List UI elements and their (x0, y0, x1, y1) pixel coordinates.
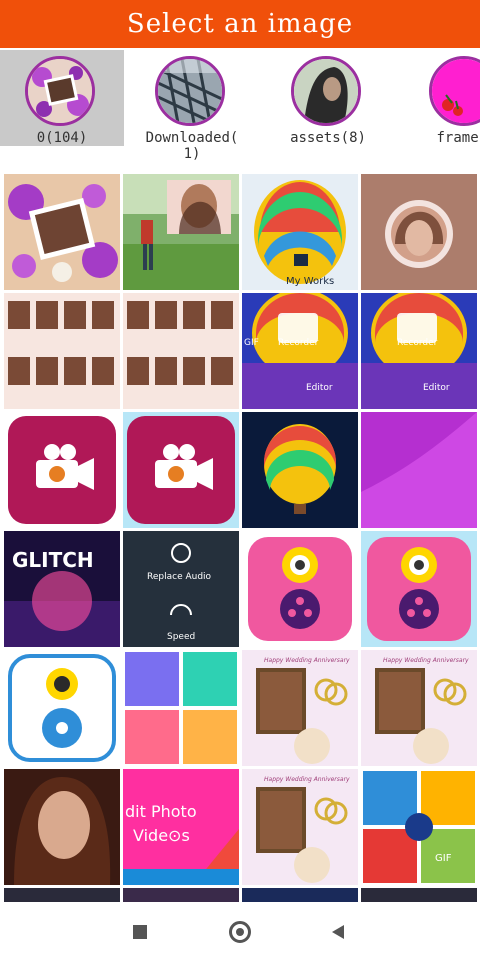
videos-label: Vide⊙s (133, 826, 190, 845)
glass-building-thumb (155, 56, 225, 126)
square-stop-icon[interactable] (126, 918, 154, 946)
album-label: Downloaded( 1) (145, 130, 239, 162)
album-item-downloaded[interactable]: Downloaded( 1) (130, 48, 254, 166)
system-navbar (0, 902, 480, 960)
grid-thumbnail[interactable]: My Works (242, 174, 358, 290)
anniversary-label: Happy Wedding Anniversary (264, 776, 350, 783)
grid-thumbnail[interactable]: GIF Recorder Editor (242, 293, 358, 409)
my-works-label: My Works (286, 276, 334, 287)
editor-label: Editor (423, 383, 450, 393)
grid-thumbnail[interactable] (4, 412, 120, 528)
grid-thumbnail[interactable] (123, 412, 239, 528)
anniversary-label: Happy Wedding Anniversary (264, 657, 350, 664)
magenta-frame-thumb (429, 56, 480, 126)
album-label: assets(8) (290, 130, 366, 146)
recorder-label: Recorder (278, 338, 319, 348)
grid-thumbnail[interactable] (361, 888, 477, 902)
grid-thumbnail[interactable] (242, 412, 358, 528)
grid-thumbnail[interactable] (242, 888, 358, 902)
grid-thumbnail[interactable]: Happy Wedding Anniversary (361, 650, 477, 766)
grid-thumbnail[interactable] (123, 174, 239, 290)
grid-thumbnail[interactable]: GIF (361, 769, 477, 885)
grid-thumbnail[interactable] (4, 174, 120, 290)
grid-thumbnail[interactable] (361, 174, 477, 290)
grid-thumbnail[interactable] (242, 531, 358, 647)
grid-thumbnail[interactable]: Recorder Editor (361, 293, 477, 409)
grid-thumbnail[interactable] (361, 412, 477, 528)
page-title: Select an image (126, 9, 354, 39)
replace-audio-label: Replace Audio (147, 572, 212, 582)
album-label: 0(104) (36, 130, 88, 146)
grid-thumbnail[interactable] (4, 888, 120, 902)
triangle-back-icon[interactable] (324, 918, 352, 946)
grid-thumbnail[interactable] (361, 531, 477, 647)
portrait-woman-thumb (291, 56, 361, 126)
grid-thumbnail[interactable]: dit Photo Vide⊙s (123, 769, 239, 885)
album-item-frames[interactable]: frames( (404, 48, 480, 166)
grid-thumbnail[interactable]: Replace Audio Speed (123, 531, 239, 647)
grid-thumbnail[interactable] (4, 650, 120, 766)
grid-thumbnail[interactable] (4, 769, 120, 885)
grid-thumbnail[interactable] (123, 650, 239, 766)
grid-thumbnail[interactable]: Happy Wedding Anniversary (242, 650, 358, 766)
app-header: Select an image (0, 0, 480, 48)
glitch-label: GLITCH (12, 548, 94, 572)
editor-label: Editor (306, 383, 333, 393)
album-item-0[interactable]: 0(104) (0, 48, 124, 166)
grid-thumbnail[interactable] (123, 888, 239, 902)
image-grid: My Works GIF Recorder Editor Recorder Edito… (0, 172, 480, 902)
grid-thumbnail[interactable] (4, 293, 120, 409)
purple-flowers-collage-thumb (25, 56, 95, 126)
album-item-assets[interactable]: assets(8) (266, 48, 390, 166)
recorder-label: Recorder (397, 338, 438, 348)
gif-badge: GIF (435, 853, 452, 864)
album-strip[interactable]: 0(104) Downloaded( 1) assets(8) frame (0, 48, 480, 166)
speed-label: Speed (167, 632, 195, 642)
circle-home-icon[interactable] (226, 918, 254, 946)
edit-photo-label: dit Photo (125, 802, 197, 821)
album-label: frames( (436, 130, 480, 146)
grid-thumbnail[interactable]: Happy Wedding Anniversary (242, 769, 358, 885)
grid-thumbnail[interactable]: GLITCH (4, 531, 120, 647)
gif-label: GIF (244, 338, 259, 348)
anniversary-label: Happy Wedding Anniversary (383, 657, 469, 664)
grid-thumbnail[interactable] (123, 293, 239, 409)
